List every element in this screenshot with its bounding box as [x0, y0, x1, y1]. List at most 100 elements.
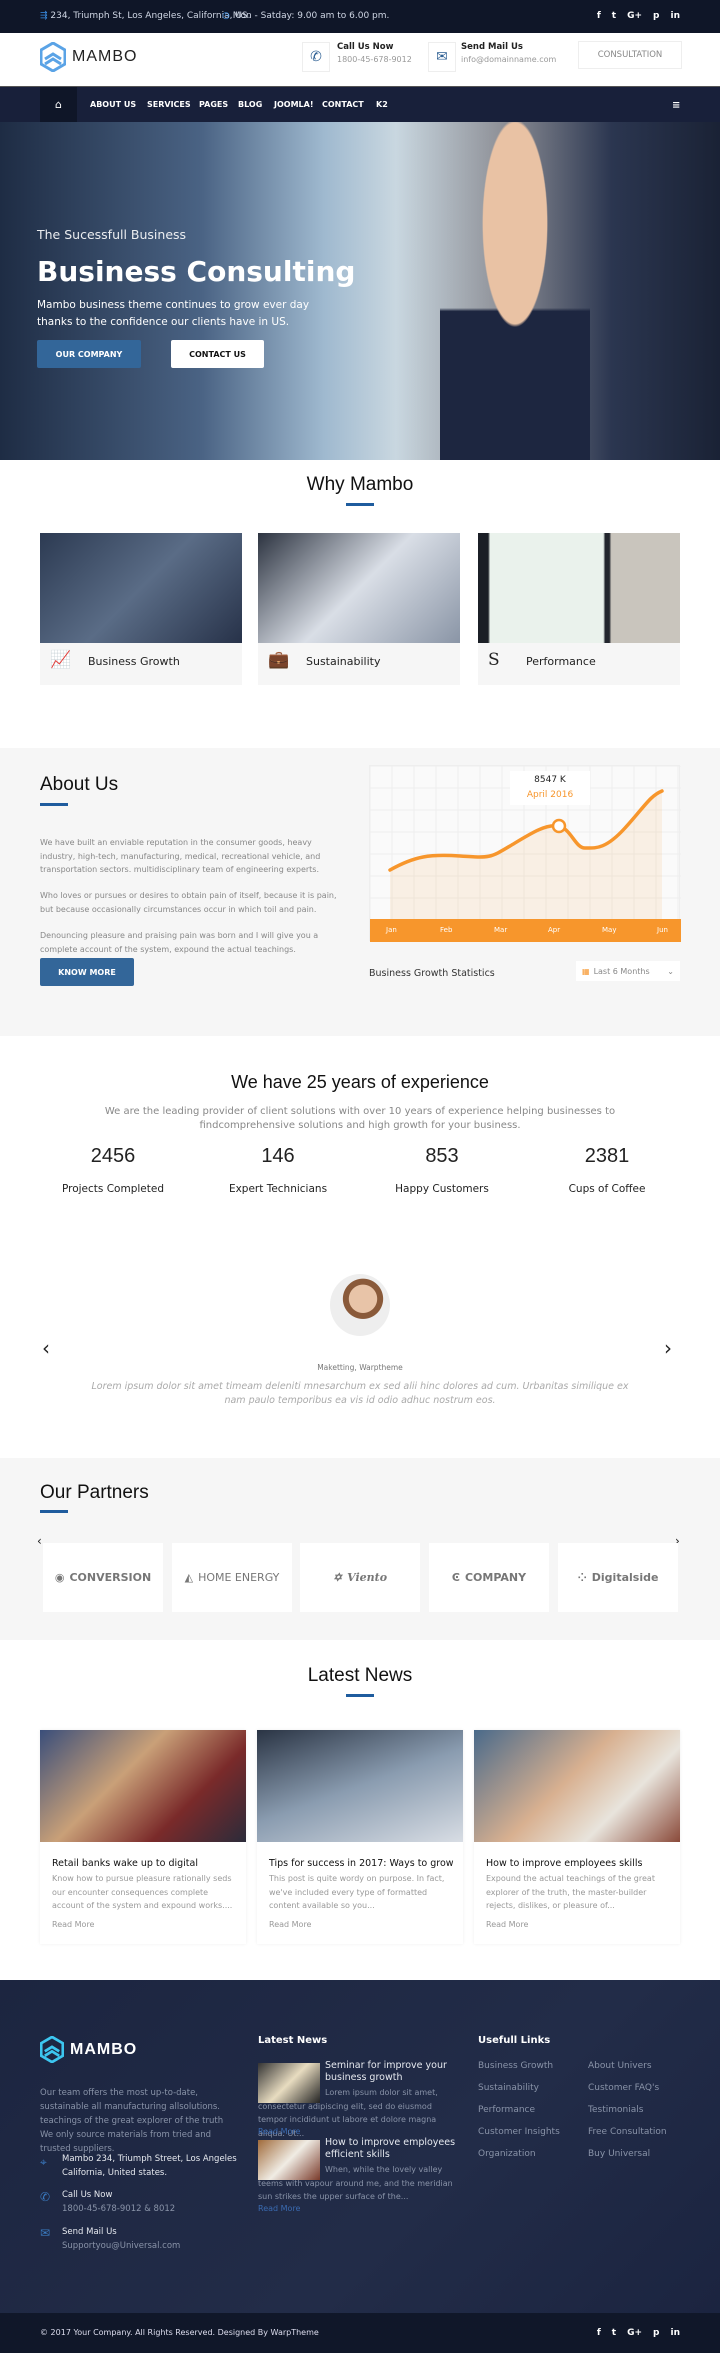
next-arrow-icon[interactable]: › [664, 1336, 672, 1360]
title-underline [346, 1694, 374, 1697]
footer-mail-address[interactable]: Supportyou@Universal.com [62, 2239, 180, 2253]
nav-services[interactable]: SERVICES [147, 100, 191, 109]
footer-link[interactable]: Organization [478, 2149, 536, 2159]
logo-hexagon-icon [40, 42, 66, 72]
footer-call-title: Call Us Now [62, 2190, 113, 2200]
twitter-icon[interactable]: t [612, 11, 616, 21]
home-icon[interactable]: ⌂ [40, 87, 77, 122]
read-more-link[interactable]: Read More [258, 2202, 300, 2216]
s-icon: S [488, 650, 500, 670]
news-excerpt: Expound the actual teachings of the grea… [486, 1874, 655, 1910]
footer-link[interactable]: Sustainability [478, 2083, 539, 2093]
copyright: © 2017 Your Company. All Rights Reserved… [40, 2328, 319, 2337]
hours-text: ◷ Mon - Satday: 9.00 am to 6.00 pm. [222, 11, 390, 21]
footer-link[interactable]: Customer Insights [478, 2127, 560, 2137]
read-more-link[interactable]: Read More [52, 1920, 94, 1929]
pinterest-icon[interactable]: p [653, 2328, 659, 2338]
mail-address[interactable]: info@domainname.com [461, 55, 556, 64]
stat-number: 2456 [90, 1145, 136, 1167]
twitter-icon[interactable]: t [612, 2328, 616, 2338]
month-label: May [602, 926, 617, 934]
news-title[interactable]: How to improve employees skills [486, 1858, 642, 1869]
stat-label: Cups of Coffee [568, 1183, 646, 1195]
company-logo-icon: Ͼ [451, 1571, 460, 1584]
know-more-button[interactable]: KNOW MORE [40, 958, 134, 986]
footer-link[interactable]: Free Consultation [588, 2127, 667, 2137]
footer-link[interactable]: About Univers [588, 2061, 652, 2071]
nav-joomla[interactable]: JOOMLA! [274, 100, 313, 109]
footer-link[interactable]: Customer FAQ's [588, 2083, 659, 2093]
phone-icon: ✆ [40, 2190, 51, 2204]
stat-label: Projects Completed [61, 1183, 164, 1195]
feature-card[interactable]: S Performance [478, 533, 680, 685]
call-title: Call Us Now [337, 42, 394, 52]
clock-icon: ◷ [222, 11, 233, 21]
top-bar: ⇶ 234, Triumph St, Los Angeles, Californ… [0, 0, 720, 33]
google-plus-icon[interactable]: G+ [627, 11, 642, 21]
header: MAMBO ✆ Call Us Now 1800-45-678-9012 ✉ S… [0, 33, 720, 86]
facebook-icon[interactable]: f [597, 11, 601, 21]
footer-news-title[interactable]: How to improve employees efficient skill… [325, 2137, 465, 2161]
footer-link[interactable]: Performance [478, 2105, 535, 2115]
footer-link[interactable]: Business Growth [478, 2061, 553, 2071]
month-label: Apr [548, 926, 561, 934]
footer-link[interactable]: Buy Universal [588, 2149, 650, 2159]
feature-card[interactable]: 💼 Sustainability [258, 533, 460, 685]
hero-banner: The Sucessfull Business Business Consult… [0, 122, 720, 460]
facebook-icon[interactable]: f [597, 2328, 601, 2338]
nav-blog[interactable]: BLOG [238, 100, 262, 109]
main-nav: ⌂ ABOUT US SERVICES PAGES BLOG JOOMLA! C… [0, 86, 720, 122]
nav-contact[interactable]: CONTACT [322, 100, 364, 109]
news-card[interactable]: Tips for success in 2017: Ways to grow T… [257, 1730, 463, 1944]
star-logo-icon: ✡ [332, 1571, 343, 1584]
footer-logo[interactable]: MAMBO [40, 2036, 137, 2063]
logo[interactable]: MAMBO [40, 42, 137, 72]
partner-logo[interactable]: ◭ HOME ENERGY [172, 1543, 292, 1612]
linkedin-icon[interactable]: in [671, 2328, 681, 2338]
chart-icon: 📈 [50, 650, 72, 670]
read-more-link[interactable]: Read More [486, 1920, 528, 1929]
footer-call-number[interactable]: 1800-45-678-9012 & 8012 [62, 2202, 175, 2216]
news-title[interactable]: Tips for success in 2017: Ways to grow [269, 1858, 454, 1869]
partners-title: Our Partners [40, 1482, 149, 1503]
partners-prev-icon[interactable]: ‹ [37, 1534, 42, 1548]
partner-logo[interactable]: ✡ Viento [300, 1543, 420, 1612]
linkedin-icon[interactable]: in [671, 11, 681, 21]
consultation-button[interactable]: CONSULTATION [578, 41, 682, 69]
our-company-button[interactable]: OUR COMPANY [37, 340, 141, 368]
nav-k2[interactable]: K2 [376, 100, 388, 109]
period-select[interactable]: ▦ Last 6 Months ⌄ [576, 961, 680, 981]
news-excerpt: Know how to pursue pleasure rationally s… [52, 1874, 233, 1910]
news-title[interactable]: Retail banks wake up to digital [52, 1858, 198, 1869]
partner-logo[interactable]: ◉ CONVERSION [43, 1543, 163, 1612]
testimonial-avatar [330, 1274, 390, 1336]
prev-arrow-icon[interactable]: ‹ [42, 1336, 50, 1360]
footer-about: Our team offers the most up-to-date, sus… [40, 2088, 224, 2154]
chart-tooltip: 8547 K April 2016 [510, 771, 590, 805]
footer-news-title[interactable]: Seminar for improve your business growth [325, 2060, 465, 2084]
tooltip-value: 8547 K [534, 775, 566, 785]
footer-address: Mambo 234, Triumph Street, Los Angeles C… [62, 2154, 237, 2178]
news-card[interactable]: How to improve employees skills Expound … [474, 1730, 680, 1944]
google-plus-icon[interactable]: G+ [627, 2328, 642, 2338]
testimonial-quote: Lorem ipsum dolor sit amet timeam deleni… [91, 1381, 629, 1406]
menu-icon[interactable]: ≡ [672, 100, 680, 111]
nav-pages[interactable]: PAGES [199, 100, 228, 109]
digitalside-logo-icon: ⁘ [577, 1571, 587, 1584]
footer-news-excerpt: When, while the lovely valley teems with… [258, 2165, 453, 2201]
news-card[interactable]: Retail banks wake up to digital Know how… [40, 1730, 246, 1944]
nav-about-us[interactable]: ABOUT US [90, 100, 136, 109]
partner-logo[interactable]: Ͼ COMPANY [429, 1543, 549, 1612]
read-more-link[interactable]: Read More [269, 1920, 311, 1929]
footer-link[interactable]: Testimonials [588, 2105, 643, 2115]
footer: MAMBO Our team offers the most up-to-dat… [0, 1980, 720, 2313]
conversion-logo-icon: ◉ [54, 1571, 65, 1584]
stat-label: Happy Customers [395, 1183, 489, 1195]
call-number[interactable]: 1800-45-678-9012 [337, 55, 412, 64]
read-more-link[interactable]: Read More [258, 2125, 300, 2139]
partner-logo[interactable]: ⁘ Digitalside [558, 1543, 678, 1612]
feature-card[interactable]: 📈 Business Growth [40, 533, 242, 685]
pinterest-icon[interactable]: p [653, 11, 659, 21]
contact-us-button[interactable]: CONTACT US [171, 340, 264, 368]
feature-image [258, 533, 460, 643]
